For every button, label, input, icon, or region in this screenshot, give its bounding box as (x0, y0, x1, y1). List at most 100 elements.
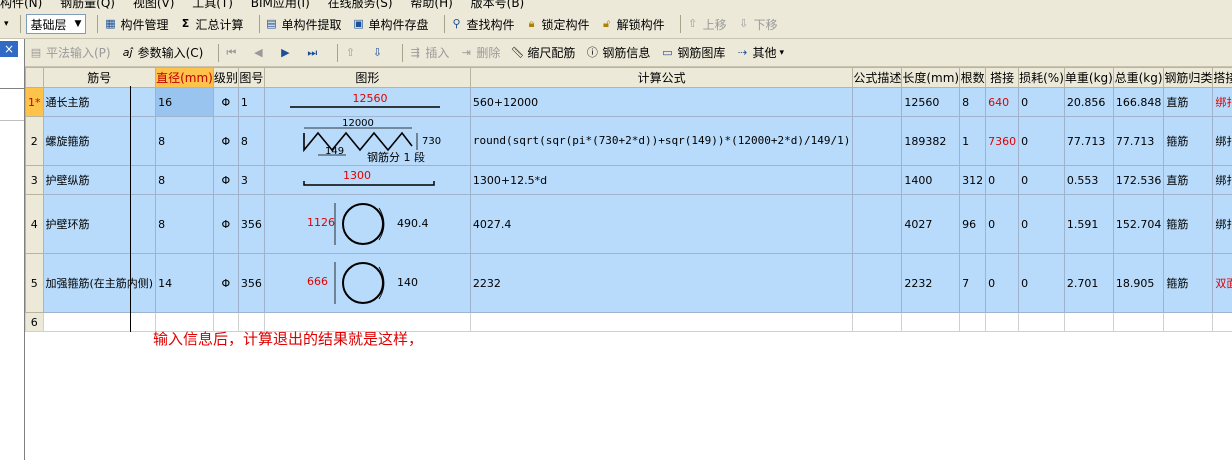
extract-button[interactable]: ▤ 单构件提取 (265, 16, 341, 33)
cell-count[interactable]: 1 (959, 116, 987, 166)
row-number[interactable]: 4 (25, 194, 44, 254)
scale-rebar-button[interactable]: 📏︎ 缩尺配筋 (510, 44, 575, 61)
row-number[interactable]: 1* (25, 87, 44, 117)
cell-formula[interactable] (469, 312, 854, 332)
menu-item-bim[interactable]: BIM应用(I) (251, 0, 310, 10)
menu-item-version[interactable]: 版本号(B) (471, 0, 525, 10)
table-row[interactable]: 5 加强箍筋(在主筋内侧) 14 Φ 356 666 140 2232 2232… (25, 253, 1232, 313)
cell-loss[interactable]: 0 (1018, 165, 1065, 195)
cell-lap-type[interactable] (1212, 312, 1232, 332)
cell-count[interactable] (959, 312, 987, 332)
col-header-diameter[interactable]: 直径(mm) (155, 67, 214, 88)
cell-count[interactable]: 7 (959, 253, 987, 313)
menu-item-component[interactable]: 构件(N) (0, 0, 42, 10)
cell-figure-no[interactable]: 356 (237, 253, 265, 313)
cell-category[interactable]: 直筋 (1163, 165, 1214, 195)
cell-lap-type[interactable]: 绑扎 (1212, 87, 1232, 117)
cell-total-weight[interactable]: 18.905 (1112, 253, 1165, 313)
table-row[interactable]: 1* 通长主筋 16 Φ 1 12560 560+12000 12560 8 6… (25, 87, 1232, 117)
cell-shape[interactable]: 666 140 (263, 253, 471, 313)
cell-grade[interactable]: Φ (212, 165, 239, 195)
cell-formula[interactable]: 1300+12.5*d (469, 165, 854, 195)
flat-input-button[interactable]: ▤ 平法输入(P) (29, 44, 111, 61)
cell-total-weight[interactable]: 172.536 (1112, 165, 1165, 195)
cell-diameter[interactable]: 16 (155, 87, 214, 117)
cell-lap-type[interactable]: 绑扎 (1212, 165, 1232, 195)
col-header-unit-weight[interactable]: 单重(kg) (1063, 67, 1114, 88)
cell-loss[interactable]: 0 (1018, 116, 1065, 166)
cell-loss[interactable]: 0 (1018, 194, 1065, 254)
lock-component-button[interactable]: 🔒︎ 锁定构件 (525, 16, 590, 33)
cell-unit-weight[interactable]: 20.856 (1063, 87, 1114, 117)
toolbar-overflow-icon[interactable]: ▾ (4, 19, 9, 29)
insert-button[interactable]: ⇶ 插入 (408, 44, 450, 61)
cell-loss[interactable]: 0 (1018, 253, 1065, 313)
cell-category[interactable]: 直筋 (1163, 87, 1214, 117)
next-record-button[interactable]: ▶ (278, 46, 295, 60)
cell-unit-weight[interactable]: 2.701 (1063, 253, 1114, 313)
cell-lap[interactable] (985, 312, 1020, 332)
cell-lap[interactable]: 640 (985, 87, 1020, 117)
cell-formula-desc[interactable] (852, 165, 903, 195)
col-header-grade[interactable]: 级别 (212, 67, 239, 88)
cell-category[interactable]: 箍筋 (1163, 253, 1214, 313)
cell-category[interactable]: 箍筋 (1163, 194, 1214, 254)
cell-formula[interactable]: 4027.4 (469, 194, 854, 254)
cell-formula-desc[interactable] (852, 116, 903, 166)
cell-count[interactable]: 8 (959, 87, 987, 117)
last-record-button[interactable]: ⏭ (305, 46, 322, 60)
cell-bar-no[interactable]: 护壁纵筋 (42, 165, 157, 195)
cell-total-weight[interactable] (1112, 312, 1165, 332)
col-header-formula-desc[interactable]: 公式描述 (852, 67, 903, 88)
cell-diameter[interactable]: 14 (155, 253, 214, 313)
col-header-lap-type[interactable]: 搭接形式 (1212, 67, 1232, 88)
cell-bar-no[interactable]: 加强箍筋(在主筋内侧) (42, 253, 157, 313)
menu-item-rebar-qty[interactable]: 钢筋量(Q) (60, 0, 115, 10)
summary-calc-button[interactable]: Σ 汇总计算 (178, 16, 244, 33)
cell-unit-weight[interactable]: 1.591 (1063, 194, 1114, 254)
col-header-lap[interactable]: 搭接 (985, 67, 1020, 88)
cell-figure-no[interactable]: 1 (237, 87, 265, 117)
cell-formula-desc[interactable] (852, 194, 903, 254)
cell-unit-weight[interactable]: 0.553 (1063, 165, 1114, 195)
row-number[interactable]: 5 (25, 253, 44, 313)
cell-grade[interactable]: Φ (212, 194, 239, 254)
table-row[interactable]: 3 护壁纵筋 8 Φ 3 1300 1300+12.5*d 1400 312 0… (25, 165, 1232, 195)
cell-total-weight[interactable]: 77.713 (1112, 116, 1165, 166)
col-header-category[interactable]: 钢筋归类 (1163, 67, 1214, 88)
cell-length[interactable]: 2232 (901, 253, 961, 313)
table-row[interactable]: 4 护壁环筋 8 Φ 356 1126 490.4 4027.4 4027 96… (25, 194, 1232, 254)
cell-formula[interactable]: 2232 (469, 253, 854, 313)
col-header-bar-no[interactable]: 筋号 (42, 67, 157, 88)
row-number[interactable]: 3 (25, 165, 44, 195)
cell-lap-type[interactable]: 绑扎 (1212, 194, 1232, 254)
row-up-button[interactable]: ⇧ (343, 46, 360, 60)
cell-grade[interactable]: Φ (212, 116, 239, 166)
cell-total-weight[interactable]: 152.704 (1112, 194, 1165, 254)
cell-category[interactable] (1163, 312, 1214, 332)
cell-lap[interactable]: 0 (985, 165, 1020, 195)
cell-loss[interactable] (1018, 312, 1065, 332)
menu-item-tools[interactable]: 工具(T) (192, 0, 233, 10)
cell-bar-no[interactable] (42, 312, 157, 332)
cell-count[interactable]: 312 (959, 165, 987, 195)
component-manage-button[interactable]: ▦ 构件管理 (103, 16, 168, 33)
delete-button[interactable]: ⇥ 删除 (459, 44, 501, 61)
cell-lap[interactable]: 7360 (985, 116, 1020, 166)
cell-lap[interactable]: 0 (985, 253, 1020, 313)
cell-lap[interactable]: 0 (985, 194, 1020, 254)
rebar-info-button[interactable]: ⓘ 钢筋信息 (585, 44, 651, 61)
cell-grade[interactable]: Φ (212, 253, 239, 313)
col-header-count[interactable]: 根数 (959, 67, 987, 88)
cell-shape[interactable]: 12560 (263, 87, 471, 117)
cell-diameter[interactable]: 8 (155, 194, 214, 254)
cell-bar-no[interactable]: 护壁环筋 (42, 194, 157, 254)
cell-formula[interactable]: 560+12000 (469, 87, 854, 117)
row-down-button[interactable]: ⇩ (370, 46, 387, 60)
cell-figure-no[interactable]: 3 (237, 165, 265, 195)
menu-item-view[interactable]: 视图(V) (133, 0, 175, 10)
prev-record-button[interactable]: ◀ (251, 46, 268, 60)
cell-formula-desc[interactable] (852, 312, 903, 332)
menu-item-online[interactable]: 在线服务(S) (328, 0, 393, 10)
row-number[interactable]: 6 (25, 312, 44, 332)
